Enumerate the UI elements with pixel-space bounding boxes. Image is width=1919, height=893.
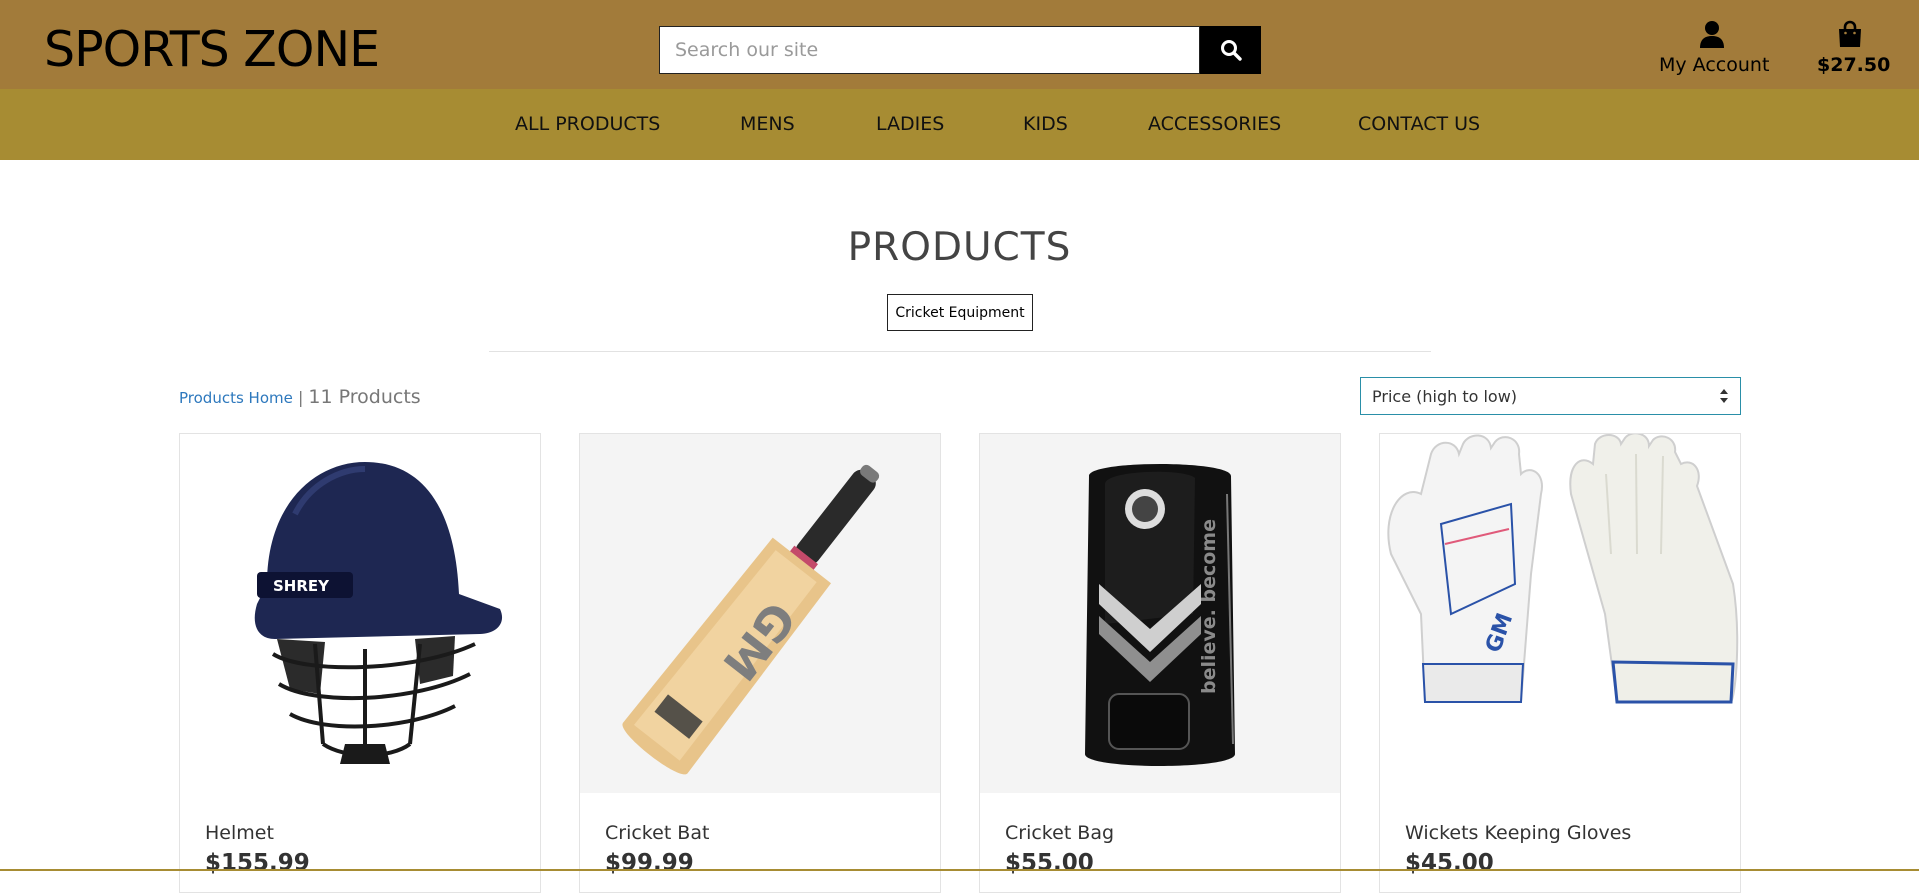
product-name[interactable]: Cricket Bat [605, 822, 709, 844]
nav-accessories[interactable]: ACCESSORIES [1148, 113, 1281, 135]
helmet-brand-text: SHREY [273, 577, 330, 595]
product-count: 11 Products [308, 386, 421, 408]
nav-all-products[interactable]: ALL PRODUCTS [515, 113, 660, 135]
product-card-cricket-bat[interactable]: GM Cricket Bat $99.99 [579, 433, 941, 893]
my-account-link[interactable]: My Account [1659, 20, 1770, 76]
product-price: $45.00 [1405, 850, 1494, 876]
keeping-gloves-image: GM [1387, 434, 1739, 704]
divider [489, 351, 1431, 352]
search-form [659, 26, 1261, 74]
bag-total: $27.50 [1817, 54, 1891, 76]
nav-kids[interactable]: KIDS [1023, 113, 1068, 135]
product-name[interactable]: Helmet [205, 822, 274, 844]
sort-selected-value: Price (high to low) [1372, 386, 1518, 406]
main-nav: ALL PRODUCTS MENS LADIES KIDS ACCESSORIE… [0, 89, 1919, 160]
shopping-bag-icon [1839, 20, 1861, 47]
search-button[interactable] [1200, 26, 1261, 74]
sort-select[interactable]: Price (high to low) [1360, 377, 1741, 415]
search-input[interactable] [659, 26, 1200, 74]
product-image[interactable]: SHREY [180, 434, 540, 793]
cricket-helmet-image: SHREY [254, 461, 503, 764]
product-card-cricket-bag[interactable]: believe. become Cricket Bag $55.00 [979, 433, 1341, 893]
product-price: $155.99 [205, 850, 310, 876]
nav-mens[interactable]: MENS [740, 113, 795, 135]
separator: | [297, 388, 304, 407]
nav-ladies[interactable]: LADIES [876, 113, 944, 135]
category-badge[interactable]: Cricket Equipment [887, 294, 1033, 331]
page-title: PRODUCTS [847, 225, 1072, 270]
top-header: SPORTS ZONE My Account $27.50 [0, 0, 1919, 89]
user-icon [1700, 21, 1724, 48]
product-card-keeping-gloves[interactable]: GM Wickets Keeping Gloves $45.00 [1379, 433, 1741, 893]
cricket-bat-image: GM [622, 464, 880, 774]
shopping-bag-link[interactable]: $27.50 [1817, 20, 1891, 76]
product-name[interactable]: Wickets Keeping Gloves [1405, 822, 1631, 844]
bag-print-text: believe. become [1198, 519, 1220, 694]
search-icon [1220, 40, 1242, 61]
product-price: $55.00 [1005, 850, 1094, 876]
cricket-bag-image: believe. become [1085, 463, 1235, 766]
product-price: $99.99 [605, 850, 694, 876]
products-home-link[interactable]: Products Home [179, 389, 293, 407]
product-name[interactable]: Cricket Bag [1005, 822, 1114, 844]
nav-contact-us[interactable]: CONTACT US [1358, 113, 1480, 135]
sort-arrows-icon [1720, 389, 1728, 403]
product-image[interactable]: believe. become [980, 434, 1340, 793]
product-image[interactable]: GM [580, 434, 940, 793]
my-account-label: My Account [1659, 54, 1770, 76]
product-image[interactable]: GM [1380, 434, 1740, 793]
site-logo[interactable]: SPORTS ZONE [44, 20, 380, 80]
product-card-helmet[interactable]: SHREY Helmet $155.99 [179, 433, 541, 893]
results-summary: Products Home | 11 Products [179, 386, 421, 408]
